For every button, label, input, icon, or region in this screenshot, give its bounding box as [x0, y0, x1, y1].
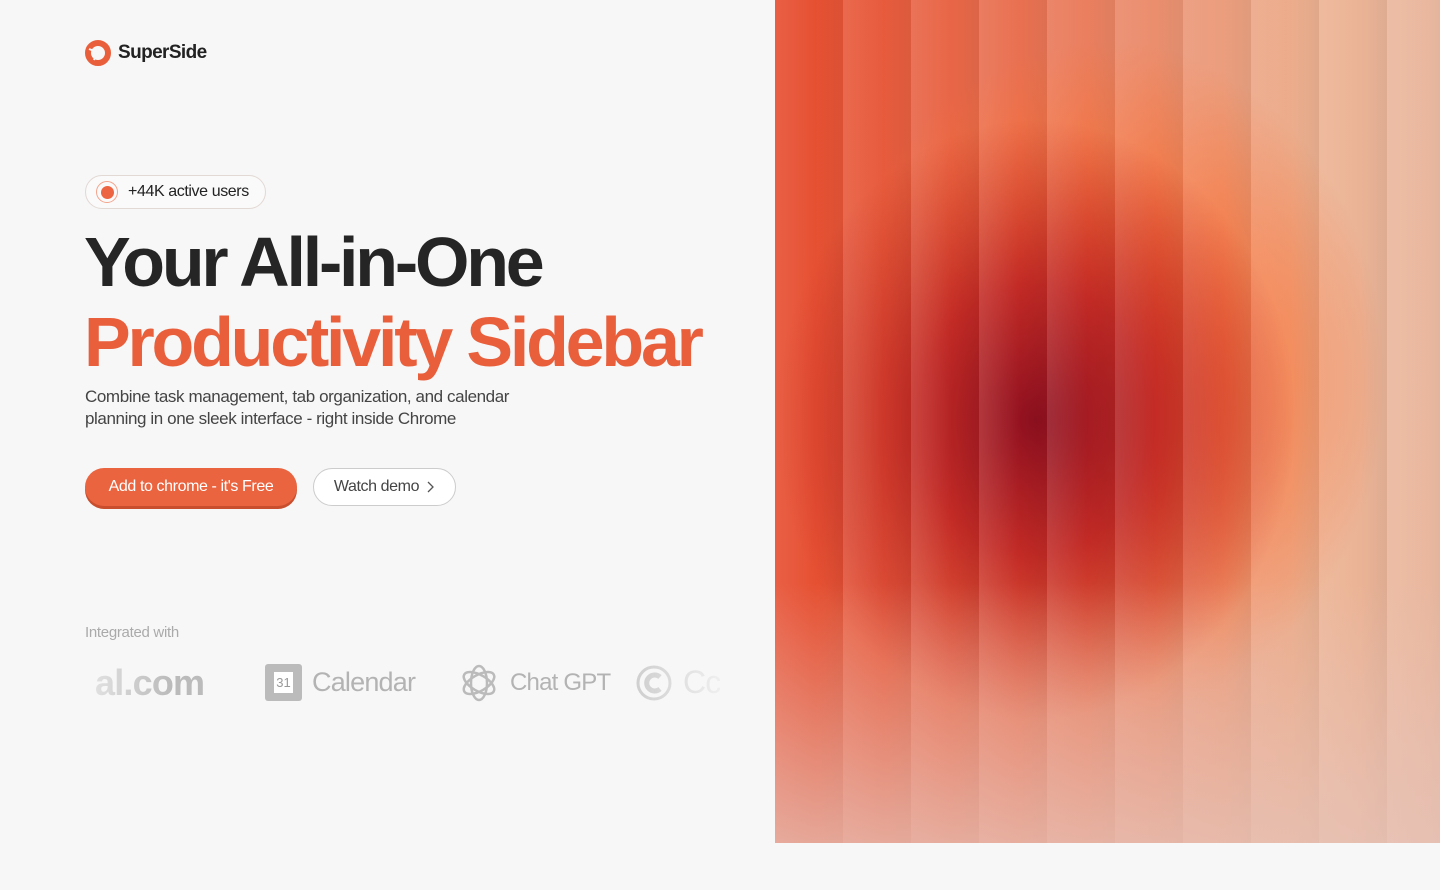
watch-demo-button[interactable]: Watch demo — [313, 468, 456, 506]
title-line-2: Productivity Sidebar — [84, 303, 704, 381]
integration-cal-com: al.com — [95, 661, 205, 704]
integration-name: Calendar — [312, 667, 416, 697]
cal-com-logo: al.com — [95, 661, 205, 703]
integration-chatgpt: Chat GPT — [458, 662, 611, 704]
chevron-right-icon — [427, 481, 435, 493]
integrations-carousel: al.com 31 Calendar Chat GPT Cc — [50, 655, 780, 710]
calendar-icon-day: 31 — [274, 672, 293, 693]
integration-c: Cc — [635, 664, 721, 702]
page-title: Your All-in-One Productivity Sidebar — [84, 222, 704, 382]
title-line-1: Your All-in-One — [84, 223, 545, 301]
badge-text: +44K active users — [128, 183, 249, 200]
brand-logo[interactable]: SuperSide — [85, 40, 207, 66]
add-to-chrome-button[interactable]: Add to chrome - it's Free — [85, 468, 297, 506]
copyright-c-icon — [636, 665, 672, 700]
google-calendar-icon: 31 — [265, 664, 302, 701]
superside-logo-icon — [85, 40, 111, 66]
integration-calendar: 31 Calendar — [265, 664, 416, 701]
integration-name: Chat GPT — [510, 668, 611, 696]
watch-demo-label: Watch demo — [333, 478, 420, 495]
status-dot-icon — [96, 181, 118, 203]
integration-name: Cc — [683, 664, 721, 700]
hero-subtitle: Combine task management, tab organizatio… — [85, 387, 510, 428]
integrations-label: Integrated with — [85, 624, 179, 641]
active-users-badge: +44K active users — [85, 175, 266, 209]
openai-icon — [462, 664, 496, 701]
brand-name: SuperSide — [118, 42, 207, 63]
hero-gradient-image — [775, 0, 1440, 843]
